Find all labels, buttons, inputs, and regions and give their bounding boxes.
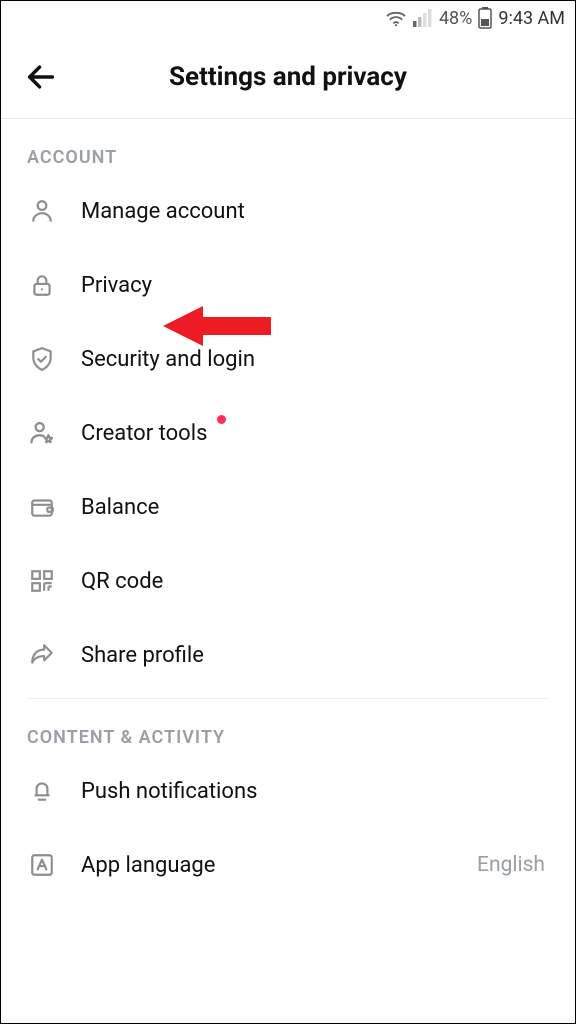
row-value: English	[477, 853, 549, 877]
bell-icon	[27, 776, 57, 806]
header: Settings and privacy	[1, 35, 575, 119]
row-label: Privacy	[81, 273, 152, 298]
row-push-notifications[interactable]: Push notifications	[1, 754, 575, 828]
row-label: Push notifications	[81, 779, 257, 804]
row-privacy[interactable]: Privacy	[1, 248, 575, 322]
person-star-icon	[27, 418, 57, 448]
row-manage-account[interactable]: Manage account	[1, 174, 575, 248]
row-label: Balance	[81, 495, 159, 520]
row-security-login[interactable]: Security and login	[1, 322, 575, 396]
row-label: Share profile	[81, 643, 204, 668]
battery-icon	[478, 7, 492, 29]
row-label: Manage account	[81, 199, 245, 224]
battery-percent: 48%	[439, 8, 472, 29]
share-icon	[27, 640, 57, 670]
qr-icon	[27, 566, 57, 596]
row-label: QR code	[81, 569, 163, 594]
row-label: App language	[81, 853, 215, 878]
clock: 9:43 AM	[498, 8, 565, 29]
page-title: Settings and privacy	[169, 62, 407, 92]
lock-icon	[27, 270, 57, 300]
section-header-content-activity: CONTENT & ACTIVITY	[1, 699, 575, 754]
row-balance[interactable]: Balance	[1, 470, 575, 544]
row-app-language[interactable]: App language English	[1, 828, 575, 902]
row-creator-tools[interactable]: Creator tools	[1, 396, 575, 470]
row-label: Creator tools	[81, 421, 207, 446]
wifi-icon	[385, 9, 407, 27]
row-qr-code[interactable]: QR code	[1, 544, 575, 618]
cell-signal-icon	[413, 9, 433, 27]
settings-content: ACCOUNT Manage account Privacy	[1, 119, 575, 902]
row-share-profile[interactable]: Share profile	[1, 618, 575, 692]
shield-icon	[27, 344, 57, 374]
status-bar: 48% 9:43 AM	[1, 1, 575, 35]
back-button[interactable]	[19, 55, 63, 99]
row-label: Security and login	[81, 347, 255, 372]
section-header-account: ACCOUNT	[1, 119, 575, 174]
person-icon	[27, 196, 57, 226]
wallet-icon	[27, 492, 57, 522]
language-icon	[27, 850, 57, 880]
device-frame: 48% 9:43 AM Settings and privacy ACCOUNT	[0, 0, 576, 1024]
notification-dot-icon	[217, 415, 226, 424]
